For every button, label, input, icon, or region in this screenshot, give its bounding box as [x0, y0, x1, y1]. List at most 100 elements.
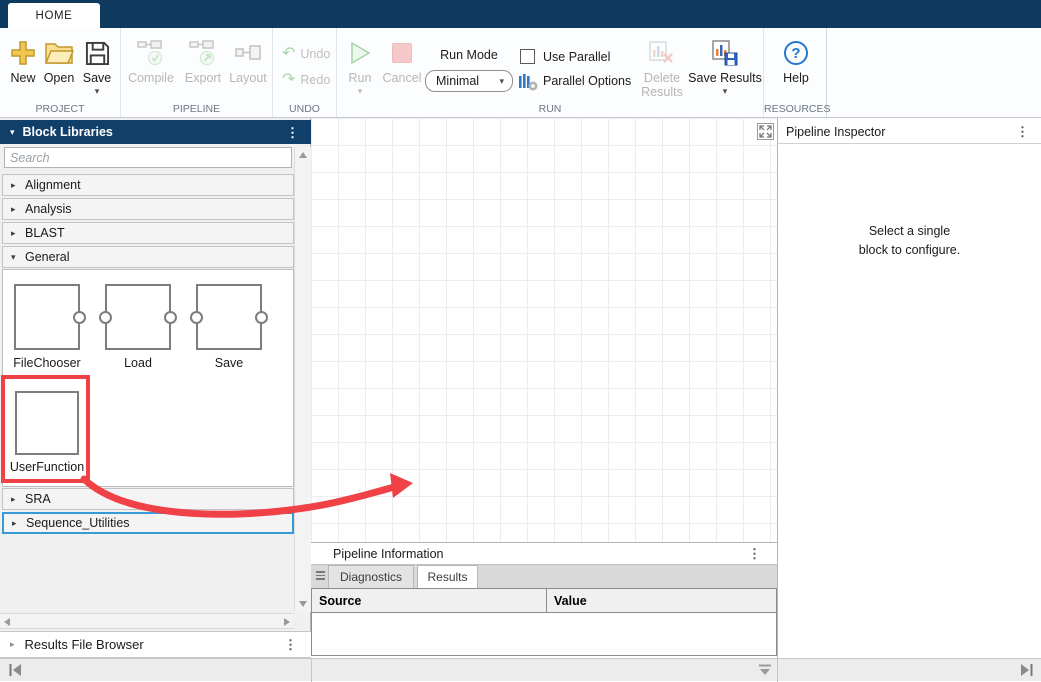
new-plus-icon — [9, 38, 37, 68]
expand-caret-icon: ▸ — [11, 180, 21, 191]
panel-overflow-menu-icon[interactable]: ⋮ — [284, 638, 297, 651]
expand-caret-icon: ▸ — [12, 518, 22, 529]
help-icon: ? — [784, 38, 808, 68]
redo-arrow-icon: ↷ — [282, 72, 295, 88]
export-icon — [188, 38, 218, 68]
cancel-button[interactable]: Cancel — [381, 38, 423, 85]
export-button[interactable]: Export — [181, 38, 225, 85]
block-label: Load — [100, 356, 176, 370]
parallel-options-label[interactable]: Parallel Options — [543, 74, 631, 88]
run-mode-label: Run Mode — [425, 48, 513, 62]
block-label: Save — [191, 356, 267, 370]
horizontal-scrollbar[interactable] — [0, 613, 294, 629]
expand-caret-icon: ▸ — [11, 494, 21, 505]
category-analysis[interactable]: ▸ Analysis — [2, 198, 294, 220]
parallel-options-icon[interactable] — [518, 72, 538, 95]
run-mode-dropdown[interactable]: Minimal ▾ — [425, 70, 513, 92]
block-label: UserFunction — [3, 460, 91, 474]
section-resources: ? Help RESOURCES — [764, 28, 827, 117]
open-button[interactable]: Open — [42, 38, 76, 85]
section-label-project: PROJECT — [0, 103, 120, 115]
toolstrip: New Open Save ▾ PROJECT Compile — [0, 28, 1041, 118]
column-header-source: Source — [312, 589, 547, 612]
scroll-down-arrow[interactable] — [299, 601, 307, 607]
pipeline-information-tabbar: Diagnostics Results — [311, 564, 777, 588]
fit-to-view-icon[interactable] — [757, 123, 774, 143]
use-parallel-checkbox[interactable] — [520, 49, 535, 64]
new-button[interactable]: New — [6, 38, 40, 85]
run-play-icon — [347, 38, 373, 68]
input-port — [190, 311, 203, 324]
category-general[interactable]: ▾ General — [2, 246, 294, 268]
collapse-caret-icon: ▾ — [11, 252, 21, 263]
bottom-collapse-strip — [0, 658, 1041, 681]
panel-overflow-menu-icon[interactable]: ⋮ — [286, 126, 299, 139]
save-floppy-icon — [85, 38, 110, 68]
use-parallel-label: Use Parallel — [543, 50, 610, 64]
expand-caret-icon: ▸ — [11, 204, 21, 215]
output-port — [255, 311, 268, 324]
block-load[interactable] — [105, 284, 171, 350]
save-button[interactable]: Save ▾ — [80, 38, 114, 95]
tab-results[interactable]: Results — [417, 565, 478, 589]
compile-button[interactable]: Compile — [125, 38, 177, 85]
block-libraries-header[interactable]: ▾ Block Libraries ⋮ — [0, 120, 311, 144]
collapse-left-panel-icon[interactable] — [8, 663, 22, 680]
tab-diagnostics[interactable]: Diagnostics — [328, 565, 414, 589]
category-sra[interactable]: ▸ SRA — [2, 488, 294, 510]
pipeline-information-header[interactable]: Pipeline Information ⋮ — [311, 543, 777, 564]
pipeline-canvas[interactable] — [311, 118, 778, 542]
panel-title: Pipeline Information — [333, 547, 443, 561]
general-blocks-list: FileChooser Load Save UserFunction — [2, 269, 294, 487]
column-header-value: Value — [547, 589, 776, 612]
delete-results-icon — [649, 38, 676, 68]
search-input[interactable] — [4, 147, 292, 168]
collapse-panel-caret-icon[interactable]: ▾ — [10, 127, 15, 138]
input-port — [99, 311, 112, 324]
delete-results-button[interactable]: Delete Results — [633, 38, 691, 99]
tab-home[interactable]: HOME — [8, 3, 100, 28]
chevron-down-icon: ▾ — [499, 78, 504, 85]
scroll-up-arrow[interactable] — [299, 152, 307, 158]
run-dropdown-caret[interactable]: ▾ — [358, 88, 363, 95]
tab-grip-icon — [316, 571, 325, 580]
vertical-scrollbar[interactable] — [294, 147, 311, 612]
panel-overflow-menu-icon[interactable]: ⋮ — [748, 547, 761, 560]
save-dropdown-caret[interactable]: ▾ — [95, 88, 100, 95]
pipeline-inspector-panel: Pipeline Inspector ⋮ Select a single blo… — [778, 118, 1041, 658]
layout-button[interactable]: Layout — [225, 38, 271, 85]
section-undo: ↶ Undo ↷ Redo UNDO — [273, 28, 337, 117]
save-results-dropdown-caret[interactable]: ▾ — [723, 88, 728, 95]
save-results-button[interactable]: Save Results ▾ — [687, 38, 763, 95]
block-userfunction[interactable] — [15, 391, 79, 455]
scroll-right-arrow[interactable] — [284, 618, 290, 626]
section-project: New Open Save ▾ PROJECT — [0, 28, 121, 117]
results-file-browser-header[interactable]: ▸ Results File Browser ⋮ — [0, 631, 311, 658]
open-folder-icon — [44, 38, 74, 68]
panel-overflow-menu-icon[interactable]: ⋮ — [1016, 125, 1029, 138]
block-label: FileChooser — [3, 356, 91, 370]
help-button[interactable]: ? Help — [772, 38, 820, 85]
save-results-icon — [712, 38, 739, 68]
redo-button[interactable]: ↷ Redo — [282, 72, 330, 88]
category-blast[interactable]: ▸ BLAST — [2, 222, 294, 244]
output-port — [164, 311, 177, 324]
panel-title: Pipeline Inspector — [786, 125, 885, 139]
expand-caret-icon: ▸ — [11, 228, 21, 239]
block-save[interactable] — [196, 284, 262, 350]
collapse-bottom-panel-icon[interactable] — [758, 664, 772, 679]
expand-caret-icon: ▸ — [10, 639, 15, 650]
pipeline-inspector-header[interactable]: Pipeline Inspector ⋮ — [778, 120, 1041, 144]
section-pipeline: Compile Export Layout PIPELINE — [121, 28, 273, 117]
run-button[interactable]: Run ▾ — [343, 38, 377, 95]
collapse-right-panel-icon[interactable] — [1020, 663, 1034, 680]
section-label-run: RUN — [337, 103, 763, 115]
output-port — [73, 311, 86, 324]
block-filechooser[interactable] — [14, 284, 80, 350]
category-alignment[interactable]: ▸ Alignment — [2, 174, 294, 196]
category-sequence-utilities[interactable]: ▸ Sequence_Utilities — [2, 512, 294, 534]
pipeline-information-panel: Pipeline Information ⋮ Diagnostics Resul… — [311, 542, 778, 658]
scroll-left-arrow[interactable] — [4, 618, 10, 626]
undo-button[interactable]: ↶ Undo — [282, 46, 330, 62]
section-label-undo: UNDO — [273, 103, 336, 115]
